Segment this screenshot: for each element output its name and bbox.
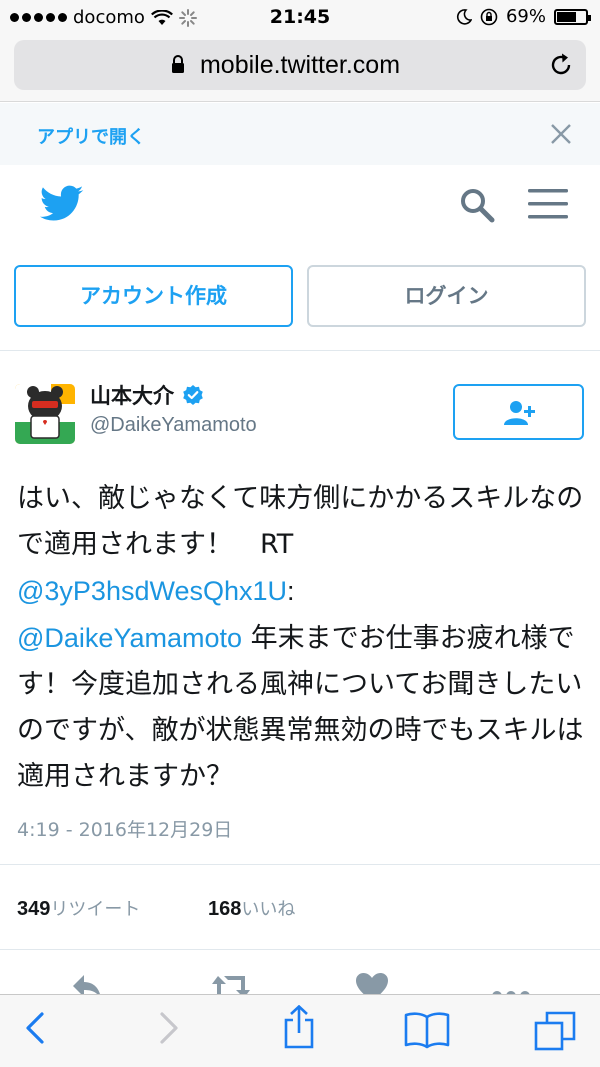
like-stat[interactable]: 168いいね [208,895,295,921]
close-icon[interactable] [550,123,572,145]
auth-buttons: アカウント作成 ログイン [0,247,600,351]
tweet-text: はい、敵じゃなくて味方側にかかるスキルなので適用されます！ RT @3yP3hsd… [17,476,589,800]
follow-user-icon [504,401,535,425]
share-icon[interactable] [282,1005,316,1049]
avatar-image [15,384,75,444]
address-bar[interactable]: mobile.twitter.com [14,40,586,90]
url-text[interactable]: mobile.twitter.com [14,51,586,80]
tweet-stats: 349リツイート 168いいね [0,864,600,950]
rotation-lock-icon [480,8,498,25]
tabs-icon[interactable] [534,1011,576,1051]
browser-address-area: mobile.twitter.com [0,36,600,102]
retweet-label: リツイート [50,899,141,920]
mention-link[interactable]: @3yP3hsdWesQhx1U [17,576,287,606]
back-icon[interactable] [24,1011,46,1045]
battery-fill [557,11,577,22]
verified-badge-icon [183,385,203,405]
display-name-text[interactable]: 山本大介 [90,380,174,410]
signup-button[interactable]: アカウント作成 [14,265,293,327]
forward-icon[interactable] [158,1011,180,1045]
moon-icon [456,8,472,25]
tweet: 山本大介 @DaikeYamamoto はい、敵じゃなくて味方側にかかるスキルな… [0,352,600,1001]
like-label: いいね [241,899,296,920]
browser-toolbar [0,994,600,1067]
tweet-text-part-1: はい、敵じゃなくて味方側にかかるスキルなので適用されます！ RT [17,483,584,560]
open-in-app-link[interactable]: アプリで開く [37,123,145,149]
username[interactable]: @DaikeYamamoto [90,414,257,437]
retweet-stat[interactable]: 349リツイート [17,895,140,921]
like-count: 168 [208,898,242,920]
retweet-count: 349 [17,898,51,920]
twitter-header [0,165,600,247]
mention-colon: : [287,576,295,606]
follow-button[interactable] [453,384,584,440]
status-right: 69% [456,6,591,27]
open-in-app-banner: アプリで開く [0,103,600,165]
tweet-timestamp[interactable]: 4:19 - 2016年12月29日 [17,815,232,842]
mention-link[interactable]: @DaikeYamamoto [17,623,242,653]
avatar[interactable] [15,384,75,444]
login-button[interactable]: ログイン [307,265,586,327]
bookmarks-icon[interactable] [404,1011,450,1049]
battery-icon [554,8,591,25]
status-bar: docomo 21:45 69% [0,0,600,36]
twitter-bird-icon[interactable] [40,185,84,223]
display-name[interactable]: 山本大介 [90,380,204,410]
reload-icon[interactable] [548,52,574,78]
hamburger-menu-icon[interactable] [528,187,568,221]
search-icon[interactable] [459,187,495,223]
battery-percent: 69% [505,6,546,27]
